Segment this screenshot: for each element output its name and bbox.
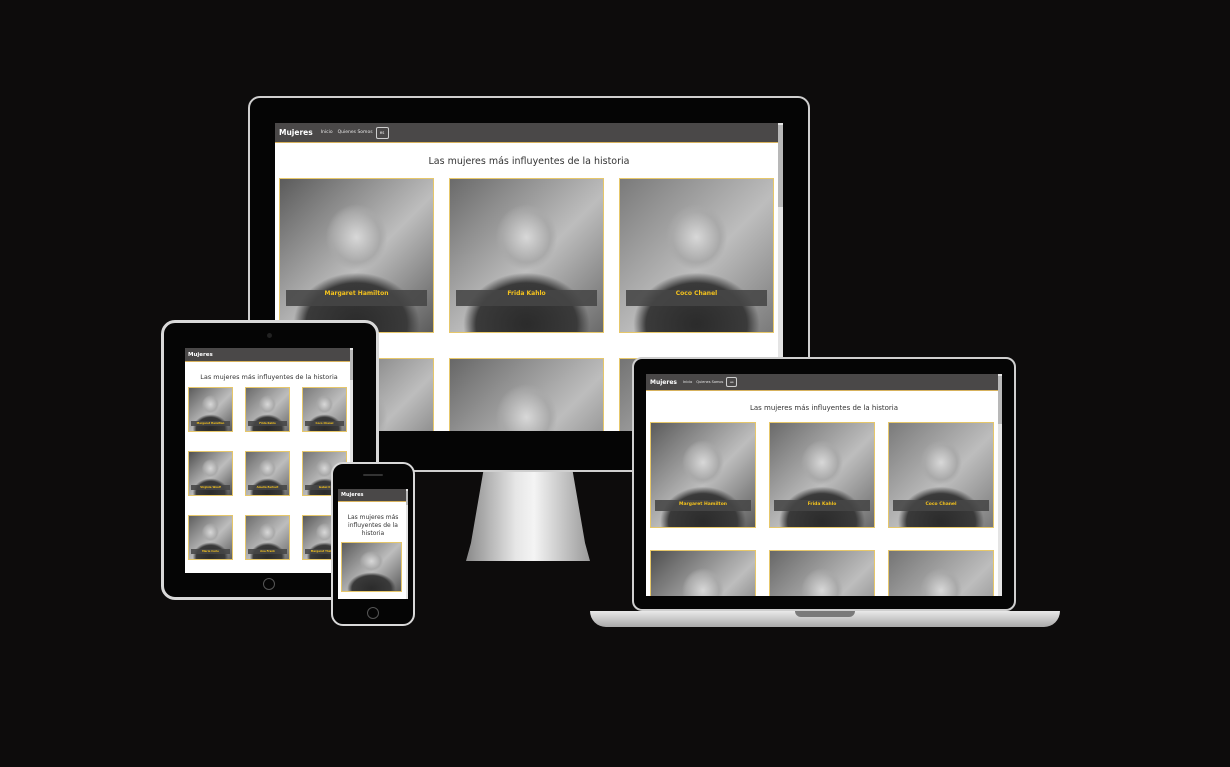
- card-caption: Frida Kahlo: [774, 500, 870, 511]
- card-caption: Coco Chanel: [893, 500, 989, 511]
- card-caption: Margaret Hamilton: [655, 500, 751, 511]
- portrait-photo: [342, 543, 401, 591]
- portrait-photo: [280, 179, 433, 332]
- portrait-photo: [651, 423, 755, 527]
- phone-screen: Mujeres Las mujeres más influyentes de l…: [338, 489, 408, 599]
- nav-inicio[interactable]: Inicio: [321, 130, 333, 135]
- card-frida-kahlo[interactable]: Frida Kahlo: [245, 387, 290, 432]
- card-virginia-woolf[interactable]: [650, 550, 756, 596]
- card-frida-kahlo[interactable]: Frida Kahlo: [769, 422, 875, 528]
- page-title: Las mujeres más influyentes de la histor…: [347, 514, 399, 537]
- tablet-camera: [267, 333, 272, 338]
- card-virginia-woolf[interactable]: Virginia Woolf: [188, 451, 233, 496]
- portrait-photo: [889, 551, 993, 596]
- brand-logo[interactable]: Mujeres: [279, 128, 313, 137]
- card-amelia-earhart[interactable]: [769, 550, 875, 596]
- card-caption: Ana Frank: [248, 549, 287, 554]
- scrollbar-thumb[interactable]: [998, 376, 1002, 424]
- card-marie-curie[interactable]: Marie Curie: [188, 515, 233, 560]
- card-frida-kahlo[interactable]: Frida Kahlo: [449, 178, 604, 333]
- nav-inicio[interactable]: Inicio: [683, 380, 692, 384]
- card-caption: Amelia Earhart: [248, 485, 287, 490]
- card-amelia-earhart[interactable]: Amelia Earhart: [245, 451, 290, 496]
- brand-logo[interactable]: Mujeres: [341, 492, 363, 498]
- card-caption: Frida Kahlo: [456, 290, 597, 306]
- card-caption: Margaret Hamilton: [191, 421, 230, 426]
- card-caption: Coco Chanel: [626, 290, 767, 306]
- card-caption: Coco Chanel: [305, 421, 344, 426]
- navbar: Mujeres Inicio Quienes Somos es: [275, 123, 783, 143]
- cards-grid: Margaret Hamilton Frida Kahlo Coco Chane…: [185, 381, 353, 573]
- card-caption: Frida Kahlo: [248, 421, 287, 426]
- card-coco-chanel[interactable]: Coco Chanel: [888, 422, 994, 528]
- laptop-notch: [795, 611, 855, 617]
- card-coco-chanel[interactable]: Coco Chanel: [302, 387, 347, 432]
- phone-scrollbar[interactable]: [406, 489, 408, 599]
- navbar: Mujeres Inicio Quienes Somos es: [646, 374, 1002, 391]
- nav-quienes-somos[interactable]: Quienes Somos: [338, 130, 373, 135]
- portrait-photo: [651, 551, 755, 596]
- portrait-photo: [770, 423, 874, 527]
- card-caption: Marie Curie: [191, 549, 230, 554]
- scrollbar-thumb[interactable]: [778, 125, 783, 207]
- tablet-home-button[interactable]: [263, 578, 275, 590]
- card-margaret-hamilton[interactable]: Margaret Hamilton: [188, 387, 233, 432]
- card-caption: Margaret Hamilton: [286, 290, 427, 306]
- phone-speaker: [363, 474, 383, 476]
- scrollbar-thumb[interactable]: [406, 491, 408, 505]
- cards-grid: Margaret Hamilton Frida Kahlo Coco Chane…: [646, 412, 1002, 596]
- laptop-screen: Mujeres Inicio Quienes Somos es Las muje…: [646, 374, 1002, 596]
- language-button[interactable]: es: [375, 126, 389, 139]
- page-title: Las mujeres más influyentes de la histor…: [428, 156, 630, 167]
- laptop: Mujeres Inicio Quienes Somos es Las muje…: [590, 357, 1060, 632]
- scrollbar-thumb[interactable]: [350, 350, 353, 380]
- card-coco-chanel[interactable]: Coco Chanel: [619, 178, 774, 333]
- page-title: Las mujeres más influyentes de la histor…: [200, 373, 338, 381]
- tablet-screen: Mujeres Las mujeres más influyentes de l…: [185, 348, 353, 573]
- language-button[interactable]: es: [726, 377, 738, 387]
- card-ana-frank[interactable]: Ana Frank: [245, 515, 290, 560]
- laptop-scrollbar[interactable]: [998, 374, 1002, 596]
- card-amelia-earhart[interactable]: [449, 358, 604, 431]
- navbar: Mujeres: [185, 348, 353, 362]
- card-margaret-hamilton[interactable]: Margaret Hamilton: [650, 422, 756, 528]
- brand-logo[interactable]: Mujeres: [650, 379, 677, 386]
- portrait-photo: [770, 551, 874, 596]
- portrait-photo: [450, 359, 603, 431]
- portrait-photo: [620, 179, 773, 332]
- phone: Mujeres Las mujeres más influyentes de l…: [331, 462, 415, 626]
- page-title: Las mujeres más influyentes de la histor…: [749, 404, 899, 412]
- card-margaret-hamilton[interactable]: Margaret Hamilton: [279, 178, 434, 333]
- card-caption: Virginia Woolf: [191, 485, 230, 490]
- card-isabel-ii[interactable]: [888, 550, 994, 596]
- nav-quienes-somos[interactable]: Quienes Somos: [696, 380, 723, 384]
- portrait-photo: [889, 423, 993, 527]
- navbar: Mujeres: [338, 489, 408, 502]
- monitor-stand: [466, 471, 590, 561]
- portrait-photo: [450, 179, 603, 332]
- brand-logo[interactable]: Mujeres: [188, 352, 213, 358]
- cards-grid: [338, 538, 408, 598]
- card-margaret-hamilton[interactable]: [341, 542, 402, 592]
- phone-home-button[interactable]: [367, 607, 379, 619]
